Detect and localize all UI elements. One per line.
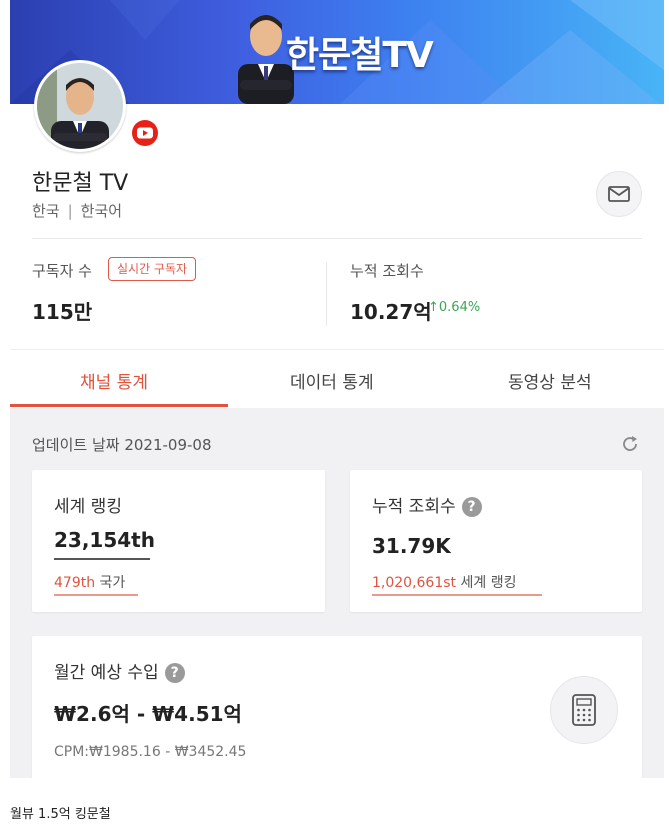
meta-separator: | bbox=[67, 202, 73, 220]
stats-content: 업데이트 날짜 2021-09-08 세계 랭킹 23,154th 479th … bbox=[10, 408, 664, 778]
banner-title: 한문철TV bbox=[286, 35, 434, 76]
channel-language: 한국어 bbox=[80, 202, 123, 220]
world-rank-value: 23,154th bbox=[54, 528, 155, 552]
tab-data-stats[interactable]: 데이터 통계 bbox=[290, 368, 374, 393]
question-icon[interactable]: ? bbox=[164, 663, 185, 683]
stats-divider bbox=[326, 262, 327, 326]
tab-video-analysis[interactable]: 동영상 분석 bbox=[508, 368, 592, 393]
total-views-title-row: 누적 조회수? bbox=[372, 492, 482, 517]
channel-name: 한문철 TV bbox=[32, 171, 129, 196]
youtube-icon[interactable] bbox=[130, 118, 160, 148]
update-date: 업데이트 날짜 2021-09-08 bbox=[32, 436, 212, 454]
monthly-income-card: 월간 예상 수입? ₩2.6억 - ₩4.51억 CPM:₩1985.16 - … bbox=[32, 636, 642, 778]
total-views-title: 누적 조회수 bbox=[372, 497, 456, 517]
country-rank-value: 479th bbox=[54, 575, 96, 591]
calculator-button[interactable] bbox=[550, 676, 618, 744]
active-tab-indicator bbox=[10, 404, 228, 407]
realtime-subscribers-button[interactable]: 실시간 구독자 bbox=[108, 257, 197, 281]
country-rank-label: 국가 bbox=[99, 575, 126, 591]
channel-stats-app: 한문철TV 한문철 TV 한국 | 한국어 구독자 수 실시간 구독자 115만… bbox=[10, 0, 664, 778]
cpm-range: CPM:₩1985.16 - ₩3452.45 bbox=[54, 744, 247, 760]
mail-icon bbox=[608, 186, 630, 202]
channel-country: 한국 bbox=[32, 202, 60, 220]
mail-button[interactable] bbox=[596, 171, 642, 217]
views-world-rank-label: 세계 랭킹 bbox=[460, 575, 517, 591]
monthly-income-title-row: 월간 예상 수입? bbox=[54, 658, 185, 683]
country-rank: 479th 국가 bbox=[54, 572, 125, 592]
tab-channel-stats[interactable]: 채널 통계 bbox=[80, 368, 148, 393]
views-change: ↑0.64% bbox=[428, 300, 480, 315]
views-world-rank-value: 1,020,661st bbox=[372, 575, 457, 591]
subscribers-label: 구독자 수 bbox=[32, 262, 92, 280]
total-views-value: 31.79K bbox=[372, 534, 451, 558]
total-views-card: 누적 조회수? 31.79K 1,020,661st 세계 랭킹 bbox=[350, 470, 642, 612]
views-label: 누적 조회수 bbox=[350, 262, 424, 280]
caption: 월뷰 1.5억 킹문철 bbox=[10, 807, 111, 822]
sub-underline bbox=[54, 594, 138, 596]
sub-underline bbox=[372, 594, 542, 596]
channel-meta: 한국 | 한국어 bbox=[32, 200, 122, 221]
monthly-income-title: 월간 예상 수입 bbox=[54, 663, 159, 683]
monthly-income-value: ₩2.6억 - ₩4.51억 bbox=[54, 702, 242, 726]
question-icon[interactable]: ? bbox=[461, 497, 482, 517]
tab-bar: 채널 통계 데이터 통계 동영상 분석 bbox=[10, 349, 664, 409]
world-rank-card: 세계 랭킹 23,154th 479th 국가 bbox=[32, 470, 325, 612]
channel-avatar[interactable] bbox=[34, 60, 126, 152]
subscribers-value: 115만 bbox=[32, 300, 93, 324]
refresh-icon[interactable] bbox=[620, 434, 640, 454]
divider bbox=[32, 238, 642, 239]
world-rank-title: 세계 랭킹 bbox=[54, 497, 122, 517]
arrow-up-icon: ↑ bbox=[428, 300, 439, 315]
views-value: 10.27억 bbox=[350, 300, 432, 324]
calculator-icon bbox=[572, 694, 596, 726]
value-underline bbox=[54, 558, 150, 560]
views-world-rank: 1,020,661st 세계 랭킹 bbox=[372, 572, 516, 592]
views-change-value: 0.64% bbox=[438, 300, 481, 315]
